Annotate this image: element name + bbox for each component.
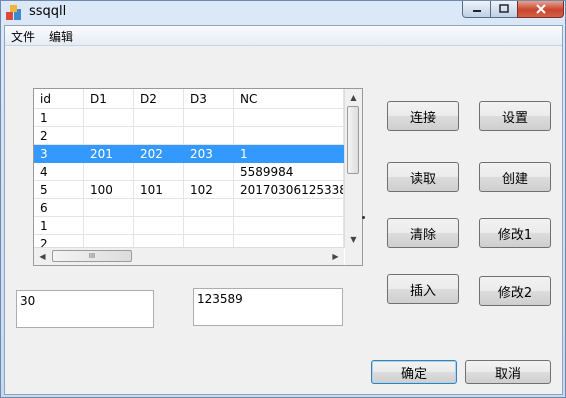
cell-d2[interactable]: [134, 217, 184, 235]
minimize-button[interactable]: [462, 1, 491, 18]
table-row[interactable]: 3 201 202 203 1: [34, 145, 344, 163]
cell-id[interactable]: 5: [34, 181, 84, 199]
app-window: ssqqll 文件 编辑 id D1 D2 D3 NC 1 2 3 201 202 203…: [0, 0, 566, 398]
cell-nc[interactable]: [234, 109, 344, 127]
table-row[interactable]: 5 100 101 102 20170306125338: [34, 181, 344, 199]
cell-d1[interactable]: [84, 109, 134, 127]
connect-button[interactable]: 连接: [387, 101, 459, 131]
left-text-field[interactable]: 30: [16, 290, 154, 328]
menu-file[interactable]: 文件: [11, 28, 35, 45]
modify1-button[interactable]: 修改1: [479, 218, 551, 248]
cell-d1[interactable]: 201: [84, 145, 134, 163]
create-button[interactable]: 创建: [479, 162, 551, 192]
read-button[interactable]: 读取: [387, 162, 459, 192]
cell-id[interactable]: 1: [34, 109, 84, 127]
column-header-d1[interactable]: D1: [84, 89, 134, 109]
menu-bar: 文件 编辑: [5, 26, 562, 46]
column-header-d3[interactable]: D3: [184, 89, 234, 109]
column-header-d2[interactable]: D2: [134, 89, 184, 109]
cell-id[interactable]: 6: [34, 199, 84, 217]
cell-d3[interactable]: [184, 163, 234, 181]
close-button[interactable]: [517, 1, 564, 18]
column-header-nc[interactable]: NC: [234, 89, 344, 109]
vertical-scroll-thumb[interactable]: [347, 106, 359, 174]
grid-header: id D1 D2 D3 NC: [34, 89, 344, 109]
cell-nc[interactable]: 1: [234, 145, 344, 163]
cell-nc[interactable]: [234, 199, 344, 217]
cell-d3[interactable]: [184, 217, 234, 235]
menu-edit[interactable]: 编辑: [49, 28, 73, 45]
maximize-button[interactable]: [490, 1, 518, 18]
cell-d1[interactable]: [84, 199, 134, 217]
cell-d2[interactable]: 202: [134, 145, 184, 163]
cell-d3[interactable]: 102: [184, 181, 234, 199]
ok-button[interactable]: 确定: [371, 360, 457, 384]
app-icon: [5, 4, 23, 22]
cell-d3[interactable]: [184, 127, 234, 145]
scroll-down-icon[interactable]: ▼: [345, 231, 362, 248]
horizontal-scroll-thumb[interactable]: III: [52, 250, 132, 262]
cell-d3[interactable]: [184, 199, 234, 217]
client-area: 文件 编辑 id D1 D2 D3 NC 1 2 3 201 202 203 1 4 55899…: [4, 25, 563, 395]
scroll-up-icon[interactable]: ▲: [345, 89, 362, 106]
cell-d2[interactable]: [134, 127, 184, 145]
column-header-id[interactable]: id: [34, 89, 84, 109]
table-row[interactable]: 6: [34, 199, 344, 217]
cell-d1[interactable]: [84, 217, 134, 235]
vertical-scrollbar[interactable]: ▲ ▼: [344, 89, 362, 248]
cancel-button[interactable]: 取消: [465, 360, 551, 384]
table-row[interactable]: 2: [34, 127, 344, 145]
cell-d2[interactable]: [134, 199, 184, 217]
focus-dot: [362, 216, 365, 219]
cell-id[interactable]: 3: [34, 145, 84, 163]
table-row[interactable]: 1: [34, 109, 344, 127]
table-row[interactable]: 1: [34, 217, 344, 235]
cell-id[interactable]: 1: [34, 217, 84, 235]
cell-d3[interactable]: [184, 109, 234, 127]
cell-d1[interactable]: [84, 163, 134, 181]
horizontal-scrollbar[interactable]: ◀ III ▶: [34, 247, 344, 265]
scroll-left-icon[interactable]: ◀: [34, 248, 51, 265]
cell-nc[interactable]: 20170306125338: [234, 181, 344, 199]
close-icon: [535, 4, 546, 14]
cell-nc[interactable]: [234, 127, 344, 145]
data-grid[interactable]: id D1 D2 D3 NC 1 2 3 201 202 203 1 4 5589984 5 100…: [33, 88, 363, 266]
cell-nc[interactable]: 5589984: [234, 163, 344, 181]
table-row[interactable]: 4 5589984: [34, 163, 344, 181]
cell-d2[interactable]: [134, 109, 184, 127]
cell-d1[interactable]: 100: [84, 181, 134, 199]
cell-id[interactable]: 4: [34, 163, 84, 181]
insert-button[interactable]: 插入: [387, 274, 459, 304]
maximize-icon: [499, 4, 509, 13]
cell-d1[interactable]: [84, 127, 134, 145]
window-title: ssqqll: [29, 4, 67, 19]
title-bar[interactable]: ssqqll: [1, 1, 565, 25]
right-text-field[interactable]: 123589: [193, 288, 343, 326]
cell-d2[interactable]: [134, 163, 184, 181]
minimize-icon: [472, 10, 481, 12]
cell-d3[interactable]: 203: [184, 145, 234, 163]
modify2-button[interactable]: 修改2: [479, 276, 551, 306]
scroll-corner: [345, 248, 362, 265]
cell-id[interactable]: 2: [34, 127, 84, 145]
cell-nc[interactable]: [234, 217, 344, 235]
clear-button[interactable]: 清除: [387, 218, 459, 248]
cell-d2[interactable]: 101: [134, 181, 184, 199]
settings-button[interactable]: 设置: [479, 101, 551, 131]
scroll-right-icon[interactable]: ▶: [327, 248, 344, 265]
